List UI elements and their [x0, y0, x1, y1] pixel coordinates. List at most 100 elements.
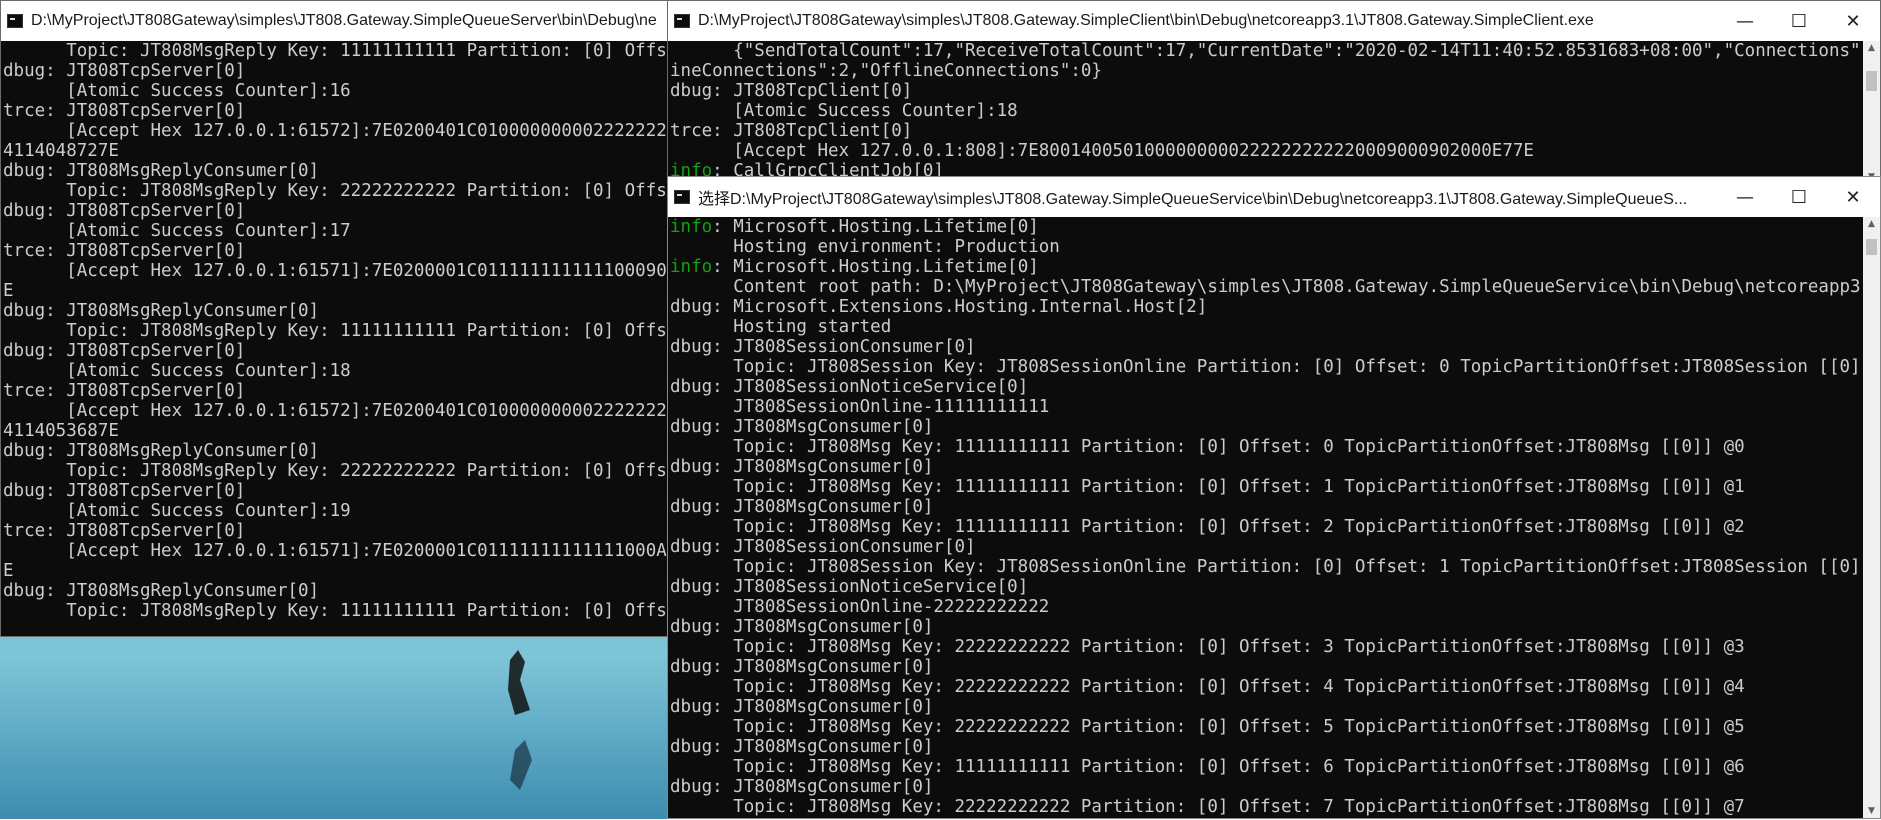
console-line: [Accept Hex 127.0.0.1:61572]:7E0200401C0… [3, 401, 667, 421]
console-app-icon [674, 190, 690, 204]
console-line: dbug: JT808MsgReplyConsumer[0] [3, 581, 667, 601]
log-message: : JT808MsgConsumer[0] [712, 697, 934, 717]
console-line: dbug: JT808TcpServer[0] [3, 341, 667, 361]
log-level-label: dbug [670, 577, 713, 597]
log-message: : JT808MsgConsumer[0] [712, 417, 934, 437]
console-line: Topic: JT808Msg Key: 11111111111 Partiti… [670, 517, 1745, 537]
window-title: D:\MyProject\JT808Gateway\simples\JT808.… [31, 12, 657, 29]
console-line: [Atomic Success Counter]:19 [3, 501, 351, 521]
queue-service-window[interactable]: 选择D:\MyProject\JT808Gateway\simples\JT80… [667, 176, 1881, 819]
console-line: Topic: JT808MsgReply Key: 22222222222 Pa… [3, 461, 667, 481]
log-message: : JT808MsgConsumer[0] [712, 777, 934, 797]
log-message: : JT808TcpServer[0] [45, 341, 246, 361]
log-level-label: dbug [670, 737, 713, 757]
window-title: 选择D:\MyProject\JT808Gateway\simples\JT80… [698, 191, 1688, 208]
log-level-label: dbug [3, 581, 46, 601]
scrollbar-thumb[interactable] [1866, 71, 1877, 91]
console-line: [Atomic Success Counter]:18 [670, 101, 1018, 121]
log-level-label: trce [3, 521, 46, 541]
maximize-button[interactable]: ☐ [1772, 177, 1826, 217]
console-line: dbug: JT808SessionNoticeService[0] [670, 377, 1863, 397]
console-line: dbug: JT808MsgConsumer[0] [670, 457, 1863, 477]
console-line: info: Microsoft.Hosting.Lifetime[0] [670, 217, 1863, 237]
console-line: dbug: JT808MsgConsumer[0] [670, 697, 1863, 717]
scroll-down-icon[interactable]: ▼ [1863, 806, 1880, 816]
log-level-label: info [670, 217, 713, 237]
log-message: : JT808MsgConsumer[0] [712, 457, 934, 477]
log-message: : JT808TcpClient[0] [712, 121, 913, 141]
console-line: dbug: JT808MsgReplyConsumer[0] [3, 441, 667, 461]
simple-client-window[interactable]: D:\MyProject\JT808Gateway\simples\JT808.… [667, 0, 1881, 185]
simple-client-console-output[interactable]: {"SendTotalCount":17,"ReceiveTotalCount"… [668, 41, 1863, 184]
log-level-label: dbug [3, 61, 46, 81]
console-line: [Atomic Success Counter]:17 [3, 221, 351, 241]
console-line: trce: JT808TcpServer[0] [3, 381, 667, 401]
log-level-label: trce [3, 101, 46, 121]
console-line: dbug: JT808MsgConsumer[0] [670, 737, 1863, 757]
console-line: Topic: JT808MsgReply Key: 22222222222 Pa… [3, 181, 667, 201]
console-line: Topic: JT808MsgReply Key: 11111111111 Pa… [3, 321, 667, 341]
log-message: : JT808SessionNoticeService[0] [712, 577, 1029, 597]
queue-service-titlebar[interactable]: 选择D:\MyProject\JT808Gateway\simples\JT80… [668, 177, 1880, 217]
console-line: dbug: JT808MsgReplyConsumer[0] [3, 301, 667, 321]
log-level-label: dbug [670, 297, 713, 317]
console-line: dbug: JT808MsgConsumer[0] [670, 617, 1863, 637]
maximize-button[interactable]: ☐ [1772, 1, 1826, 41]
minimize-button[interactable]: — [1718, 1, 1772, 41]
log-level-label: info [670, 257, 713, 277]
log-level-label: dbug [3, 341, 46, 361]
log-level-label: dbug [670, 457, 713, 477]
console-line: [Atomic Success Counter]:18 [3, 361, 351, 381]
console-line: E [3, 281, 14, 301]
log-message: : JT808SessionConsumer[0] [712, 337, 976, 357]
console-line: dbug: JT808MsgConsumer[0] [670, 417, 1863, 437]
console-line: dbug: JT808SessionConsumer[0] [670, 337, 1863, 357]
log-level-label: dbug [670, 81, 713, 101]
simple-client-titlebar[interactable]: D:\MyProject\JT808Gateway\simples\JT808.… [668, 1, 1880, 41]
console-line: Topic: JT808Msg Key: 22222222222 Partiti… [670, 717, 1745, 737]
log-message: : JT808MsgReplyConsumer[0] [45, 161, 320, 181]
queue-server-console-output[interactable]: Topic: JT808MsgReply Key: 11111111111 Pa… [1, 41, 667, 636]
log-message: : JT808MsgConsumer[0] [712, 737, 934, 757]
log-message: : JT808TcpServer[0] [45, 101, 246, 121]
queue-server-window[interactable]: D:\MyProject\JT808Gateway\simples\JT808.… [0, 0, 668, 637]
console-line: trce: JT808TcpServer[0] [3, 521, 667, 541]
log-message: : JT808MsgReplyConsumer[0] [45, 441, 320, 461]
console-line: Topic: JT808Msg Key: 11111111111 Partiti… [670, 757, 1745, 777]
log-message: : JT808SessionConsumer[0] [712, 537, 976, 557]
log-level-label: dbug [3, 161, 46, 181]
console-line: Topic: JT808Msg Key: 11111111111 Partiti… [670, 437, 1745, 457]
log-message: : JT808TcpServer[0] [45, 521, 246, 541]
log-level-label: trce [670, 121, 713, 141]
log-level-label: dbug [670, 377, 713, 397]
log-level-label: dbug [670, 657, 713, 677]
scroll-up-icon[interactable]: ▲ [1863, 43, 1880, 53]
queue-service-console-output[interactable]: info: Microsoft.Hosting.Lifetime[0] Host… [668, 217, 1863, 818]
scroll-up-icon[interactable]: ▲ [1863, 219, 1880, 229]
log-message: : Microsoft.Hosting.Lifetime[0] [712, 257, 1039, 277]
log-level-label: trce [3, 241, 46, 261]
vertical-scrollbar[interactable]: ▲ ▼ [1863, 217, 1880, 818]
console-line: 4114048727E [3, 141, 119, 161]
close-button[interactable]: ✕ [1826, 177, 1880, 217]
vertical-scrollbar[interactable]: ▲ ▼ [1863, 41, 1880, 184]
console-line: Topic: JT808Msg Key: 22222222222 Partiti… [670, 677, 1745, 697]
console-line: dbug: JT808SessionNoticeService[0] [670, 577, 1863, 597]
log-message: : JT808MsgConsumer[0] [712, 497, 934, 517]
log-level-label: dbug [670, 777, 713, 797]
console-line: Topic: JT808Msg Key: 22222222222 Partiti… [670, 797, 1745, 817]
close-button[interactable]: ✕ [1826, 1, 1880, 41]
log-message: : JT808MsgReplyConsumer[0] [45, 301, 320, 321]
log-message: : JT808SessionNoticeService[0] [712, 377, 1029, 397]
scrollbar-thumb[interactable] [1866, 239, 1877, 255]
minimize-button[interactable]: — [1718, 177, 1772, 217]
console-line: trce: JT808TcpServer[0] [3, 101, 667, 121]
console-line: Topic: JT808Msg Key: 22222222222 Partiti… [670, 637, 1745, 657]
console-line: dbug: Microsoft.Extensions.Hosting.Inter… [670, 297, 1863, 317]
log-message: : JT808MsgReplyConsumer[0] [45, 581, 320, 601]
console-line: dbug: JT808SessionConsumer[0] [670, 537, 1863, 557]
queue-server-titlebar[interactable]: D:\MyProject\JT808Gateway\simples\JT808.… [1, 1, 667, 41]
log-message: : JT808TcpServer[0] [45, 481, 246, 501]
console-line: [Accept Hex 127.0.0.1:61572]:7E0200401C0… [3, 121, 667, 141]
log-message: : JT808MsgConsumer[0] [712, 657, 934, 677]
